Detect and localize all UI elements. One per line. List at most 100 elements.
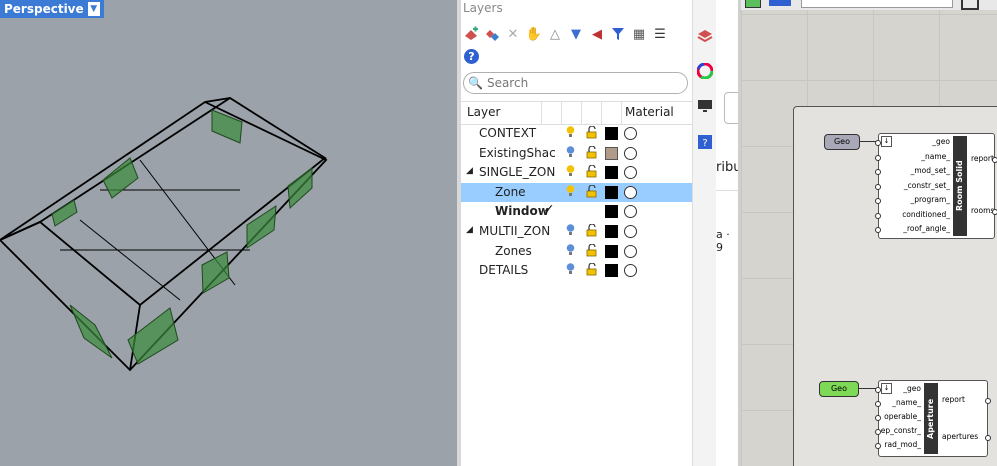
move-out-icon[interactable]: ◀ [589, 26, 605, 42]
aperture-component[interactable]: ↓ _geo _name_ operable_ ep_constr_ rad_mod_ Ap… [875, 380, 991, 457]
layer-color-swatch[interactable] [605, 205, 618, 219]
layers-tab-icon[interactable] [697, 28, 713, 44]
search-box[interactable]: 🔍 [463, 72, 688, 94]
layer-color-swatch[interactable] [605, 224, 618, 238]
component-input[interactable]: _name_ [879, 398, 921, 407]
display-icon[interactable] [697, 98, 713, 114]
layer-color-swatch[interactable] [605, 264, 618, 278]
component-input[interactable]: conditioned_ [879, 210, 950, 219]
component-input[interactable]: _geo [879, 384, 921, 393]
table-icon[interactable]: ▦ [631, 26, 647, 42]
input-grip[interactable] [875, 140, 881, 146]
layer-name[interactable]: SINGLE_ZON [479, 165, 557, 179]
input-grip[interactable] [875, 169, 881, 175]
output-grip[interactable] [985, 398, 991, 404]
layer-row[interactable]: ◢ MULTII_ZON [461, 222, 692, 242]
lightbulb-icon[interactable] [566, 126, 575, 138]
lightbulb-icon[interactable] [566, 145, 575, 158]
lightbulb-icon[interactable] [566, 263, 575, 275]
green-tool-icon[interactable] [745, 0, 761, 8]
material-circle[interactable] [624, 264, 637, 278]
material-circle[interactable] [624, 127, 637, 140]
unlock-icon[interactable] [586, 243, 598, 257]
input-grip[interactable] [875, 401, 881, 407]
canvas-search-field[interactable] [801, 0, 953, 8]
material-circle[interactable] [624, 244, 637, 258]
grasshopper-canvas[interactable]: Geo ↓ _geo _name_ _mod_set_ _constr_set_ _pro… [741, 0, 997, 466]
input-grip[interactable] [875, 227, 881, 233]
component-input[interactable]: _geo [879, 137, 950, 146]
component-input[interactable]: _roof_angle_ [879, 224, 950, 233]
layer-row[interactable]: Zones [461, 242, 692, 262]
expand-icon[interactable]: ◢ [466, 225, 473, 235]
component-input[interactable]: _program_ [879, 195, 950, 204]
delete-icon[interactable]: ✕ [505, 26, 521, 42]
material-circle[interactable] [624, 185, 637, 199]
component-input[interactable]: _constr_set_ [879, 181, 950, 190]
unlock-icon[interactable] [586, 126, 598, 139]
input-grip[interactable] [875, 415, 881, 421]
perspective-viewport[interactable]: Perspective ▼ [0, 0, 457, 466]
layer-color-swatch[interactable] [605, 166, 618, 180]
lightbulb-icon[interactable] [566, 184, 575, 197]
partial-button[interactable] [724, 92, 738, 124]
material-circle[interactable] [624, 166, 637, 180]
component-output[interactable]: rooms [971, 206, 994, 215]
unlock-icon[interactable] [586, 223, 598, 237]
unlock-icon[interactable] [586, 145, 598, 159]
material-circle[interactable] [624, 224, 637, 238]
component-input[interactable]: ep_constr_ [879, 426, 921, 435]
component-input[interactable]: rad_mod_ [879, 440, 921, 449]
layer-name[interactable]: MULTII_ZON [479, 224, 557, 238]
input-grip[interactable] [875, 429, 881, 435]
component-output[interactable]: report [942, 395, 965, 404]
hand-icon[interactable]: ✋ [526, 26, 542, 42]
color-wheel-icon[interactable] [696, 62, 714, 80]
layer-name[interactable]: DETAILS [479, 263, 557, 277]
component-output[interactable]: apertures [942, 432, 978, 441]
input-grip[interactable] [875, 154, 881, 161]
lightbulb-icon[interactable] [566, 165, 575, 177]
component-output[interactable]: report [971, 154, 994, 163]
layer-name[interactable]: Zones [495, 244, 573, 258]
layer-name[interactable]: ExistingShac [479, 146, 557, 160]
geo-param-room[interactable]: Geo [824, 134, 860, 150]
zoom-extents-icon[interactable] [961, 0, 979, 10]
unlock-icon[interactable] [586, 263, 598, 276]
new-layer-icon[interactable] [463, 26, 479, 42]
output-grip[interactable] [992, 157, 997, 163]
help-icon[interactable]: ? [464, 49, 479, 64]
filter-icon[interactable] [610, 26, 626, 42]
material-circle[interactable] [624, 146, 637, 160]
expand-icon[interactable]: ◢ [466, 166, 473, 176]
layer-color-swatch[interactable] [605, 146, 618, 160]
layer-row[interactable]: ◢ SINGLE_ZON [461, 163, 692, 183]
room-solid-component[interactable]: ↓ _geo _name_ _mod_set_ _constr_set_ _program… [875, 133, 997, 239]
input-grip[interactable] [875, 198, 881, 204]
move-down-icon[interactable]: ▼ [568, 26, 584, 42]
layer-name[interactable]: Zone [495, 185, 573, 199]
input-grip[interactable] [875, 443, 881, 449]
layer-column-header[interactable]: Layer [467, 105, 500, 119]
lightbulb-icon[interactable] [566, 243, 575, 256]
blue-tool-icon[interactable] [769, 0, 791, 6]
layer-color-swatch[interactable] [605, 244, 618, 258]
component-input[interactable]: _name_ [879, 152, 950, 161]
component-input[interactable]: operable_ [879, 412, 921, 421]
menu-icon[interactable]: ☰ [652, 26, 668, 42]
search-input[interactable] [484, 75, 679, 91]
layer-row[interactable]: Zone [461, 182, 692, 203]
layer-row[interactable]: CONTEXT [461, 124, 692, 144]
input-grip[interactable] [875, 183, 881, 190]
new-sublayer-icon[interactable] [484, 26, 500, 42]
input-grip[interactable] [875, 212, 881, 219]
input-grip[interactable] [875, 387, 881, 393]
help-tab-icon[interactable]: ? [697, 134, 713, 150]
lightbulb-icon[interactable] [566, 224, 575, 236]
layer-row[interactable]: Window ✓ [461, 202, 692, 222]
move-up-icon[interactable]: △ [547, 26, 563, 42]
layer-color-swatch[interactable] [605, 127, 618, 140]
layer-name[interactable]: CONTEXT [479, 126, 557, 140]
layer-row[interactable]: DETAILS [461, 261, 692, 281]
layer-color-swatch[interactable] [605, 185, 618, 199]
